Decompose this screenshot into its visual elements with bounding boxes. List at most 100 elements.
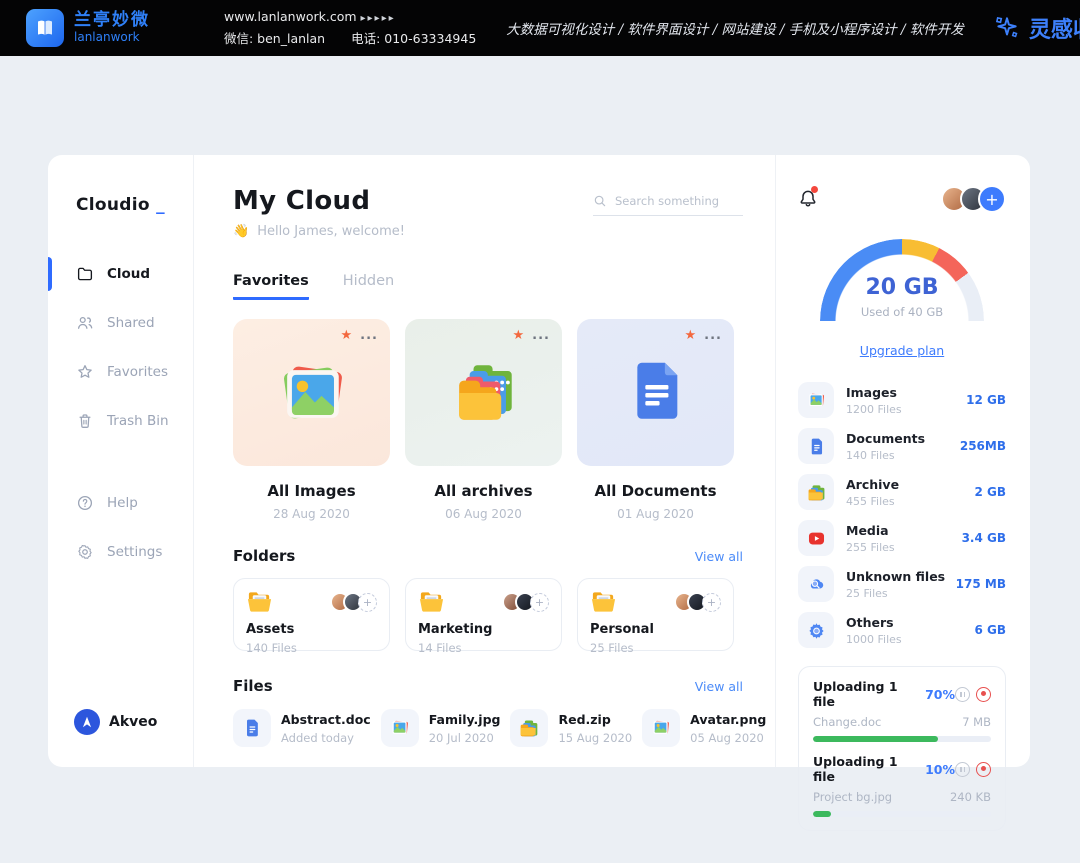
card-all-images[interactable]: ★... All Images 28 Aug 2020 <box>233 319 390 521</box>
help-icon <box>76 494 94 512</box>
upload-progress-fill <box>813 736 938 742</box>
storage-row-images[interactable]: Images 1200 Files 12 GB <box>798 377 1006 423</box>
page-title: My Cloud <box>233 186 405 216</box>
uploads-card: Uploading 1 file 70% Change.doc 7 MB Upl… <box>798 666 1006 831</box>
notifications-bell-icon[interactable] <box>798 187 820 211</box>
open-folder-icon <box>418 590 445 614</box>
card-all-archives[interactable]: ★... All archives 06 Aug 2020 <box>405 319 562 521</box>
cancel-upload-icon[interactable] <box>976 762 991 777</box>
upload-title: Uploading 1 file <box>813 754 918 784</box>
favorite-star-icon[interactable]: ★ <box>685 329 697 342</box>
card-title: All Images <box>233 482 390 500</box>
sidebar-item-help[interactable]: Help <box>76 492 193 514</box>
storage-files: 140 Files <box>846 449 960 462</box>
file-item-avatar-png[interactable]: Avatar.png 05 Aug 2020 <box>642 709 766 747</box>
storage-name: Unknown files <box>846 569 956 584</box>
pause-upload-icon[interactable] <box>955 687 970 702</box>
storage-breakdown: Images 1200 Files 12 GB Documents 140 Fi… <box>798 377 1006 653</box>
banner-services: 大数据可视化设计 / 软件界面设计 / 网站建设 / 手机及小程序设计 / 软件… <box>506 18 964 38</box>
file-item-red-zip[interactable]: Red.zip 15 Aug 2020 <box>510 709 632 747</box>
add-member-button[interactable]: + <box>702 593 721 612</box>
main-content: My Cloud 👋 Hello James, welcome! Favorit… <box>194 155 775 767</box>
folders-view-all-link[interactable]: View all <box>695 549 743 564</box>
folder-members: + <box>330 592 377 612</box>
doc-file-icon <box>233 709 271 747</box>
wave-emoji-icon: 👋 <box>233 224 249 239</box>
open-folder-icon <box>590 590 617 614</box>
gear-blue-icon <box>798 612 834 648</box>
files-view-all-link[interactable]: View all <box>695 679 743 694</box>
upload-size: 240 KB <box>950 790 991 804</box>
greeting-text: Hello James, welcome! <box>257 224 405 239</box>
sidebar-item-label: Cloud <box>107 266 150 282</box>
add-member-button[interactable]: + <box>358 593 377 612</box>
akveo-footer[interactable]: Akveo <box>74 709 157 735</box>
gauge-caption: Used of 40 GB <box>820 305 984 319</box>
sidebar-item-settings[interactable]: Settings <box>76 541 193 563</box>
pause-upload-icon[interactable] <box>955 762 970 777</box>
folder-icon <box>76 265 94 283</box>
banner-wechat: 微信: ben_lanlan <box>224 31 325 46</box>
more-options-icon[interactable]: ... <box>704 333 722 338</box>
banner-website[interactable]: www.lanlanwork.com <box>224 9 357 24</box>
gear-icon <box>76 543 94 561</box>
sidebar-item-trash-bin[interactable]: Trash Bin <box>76 410 193 432</box>
folder-file-count: 25 Files <box>590 641 721 655</box>
search-bar[interactable] <box>593 194 743 216</box>
storage-size: 2 GB <box>974 485 1006 499</box>
banner-contact: www.lanlanwork.com ▸▸▸▸▸ 微信: ben_lanlan电… <box>224 6 476 50</box>
folder-card-marketing[interactable]: + Marketing 14 Files <box>405 578 562 651</box>
storage-row-unknown-files[interactable]: Unknown files 25 Files 175 MB <box>798 561 1006 607</box>
upload-item: Uploading 1 file 10% Project bg.jpg 240 … <box>813 754 991 817</box>
sidebar-item-favorites[interactable]: Favorites <box>76 361 193 383</box>
more-options-icon[interactable]: ... <box>532 333 550 338</box>
storage-gauge: 20 GB Used of 40 GB <box>820 239 984 323</box>
app-logo-accent: _ <box>156 195 165 215</box>
sidebar-item-shared[interactable]: Shared <box>76 312 193 334</box>
storage-row-archive[interactable]: Archive 455 Files 2 GB <box>798 469 1006 515</box>
more-options-icon[interactable]: ... <box>360 333 378 338</box>
tab-favorites[interactable]: Favorites <box>233 273 309 300</box>
file-item-abstract-doc[interactable]: Abstract.doc Added today <box>233 709 371 747</box>
search-icon <box>593 194 607 208</box>
card-title: All Documents <box>577 482 734 500</box>
document-icon <box>616 353 696 433</box>
file-name: Red.zip <box>558 712 632 727</box>
upload-progress-bar <box>813 811 991 817</box>
add-user-button[interactable]: + <box>978 185 1006 213</box>
sparkle-icon <box>994 15 1020 41</box>
storage-row-media[interactable]: Media 255 Files 3.4 GB <box>798 515 1006 561</box>
add-member-button[interactable]: + <box>530 593 549 612</box>
banner-brand: 灵感收集 <box>994 12 1080 44</box>
team-avatars: + <box>941 185 1006 213</box>
folder-members: + <box>674 592 721 612</box>
file-item-family-jpg[interactable]: Family.jpg 20 Jul 2020 <box>381 709 501 747</box>
sidebar-item-cloud[interactable]: Cloud <box>76 263 193 285</box>
upload-filename: Change.doc <box>813 715 881 729</box>
upload-percent: 70% <box>925 687 955 702</box>
storage-row-others[interactable]: Others 1000 Files 6 GB <box>798 607 1006 653</box>
favorite-star-icon[interactable]: ★ <box>513 329 525 342</box>
card-date: 28 Aug 2020 <box>233 507 390 521</box>
upgrade-plan-link[interactable]: Upgrade plan <box>860 343 944 358</box>
storage-row-documents[interactable]: Documents 140 Files 256MB <box>798 423 1006 469</box>
promo-banner: 兰亭妙微 lanlanwork www.lanlanwork.com ▸▸▸▸▸… <box>0 0 1080 56</box>
storage-size: 256MB <box>960 439 1006 453</box>
file-date: 05 Aug 2020 <box>690 731 766 745</box>
card-all-documents[interactable]: ★... All Documents 01 Aug 2020 <box>577 319 734 521</box>
upload-title: Uploading 1 file <box>813 679 918 709</box>
favorite-star-icon[interactable]: ★ <box>341 329 353 342</box>
storage-size: 12 GB <box>966 393 1006 407</box>
file-name: Family.jpg <box>429 712 501 727</box>
primary-nav: Cloud Shared Favorites Trash Bin <box>76 263 193 432</box>
folder-name: Personal <box>590 622 721 637</box>
storage-size: 3.4 GB <box>962 531 1006 545</box>
search-input[interactable] <box>615 194 727 208</box>
tab-hidden[interactable]: Hidden <box>343 273 394 300</box>
folder-card-personal[interactable]: + Personal 25 Files <box>577 578 734 651</box>
cancel-upload-icon[interactable] <box>976 687 991 702</box>
image-file-icon <box>642 709 680 747</box>
storage-panel: + 20 GB Used of 40 GB Upgrade plan Image… <box>775 155 1030 767</box>
image-file-icon <box>381 709 419 747</box>
folder-card-assets[interactable]: + Assets 140 Files <box>233 578 390 651</box>
